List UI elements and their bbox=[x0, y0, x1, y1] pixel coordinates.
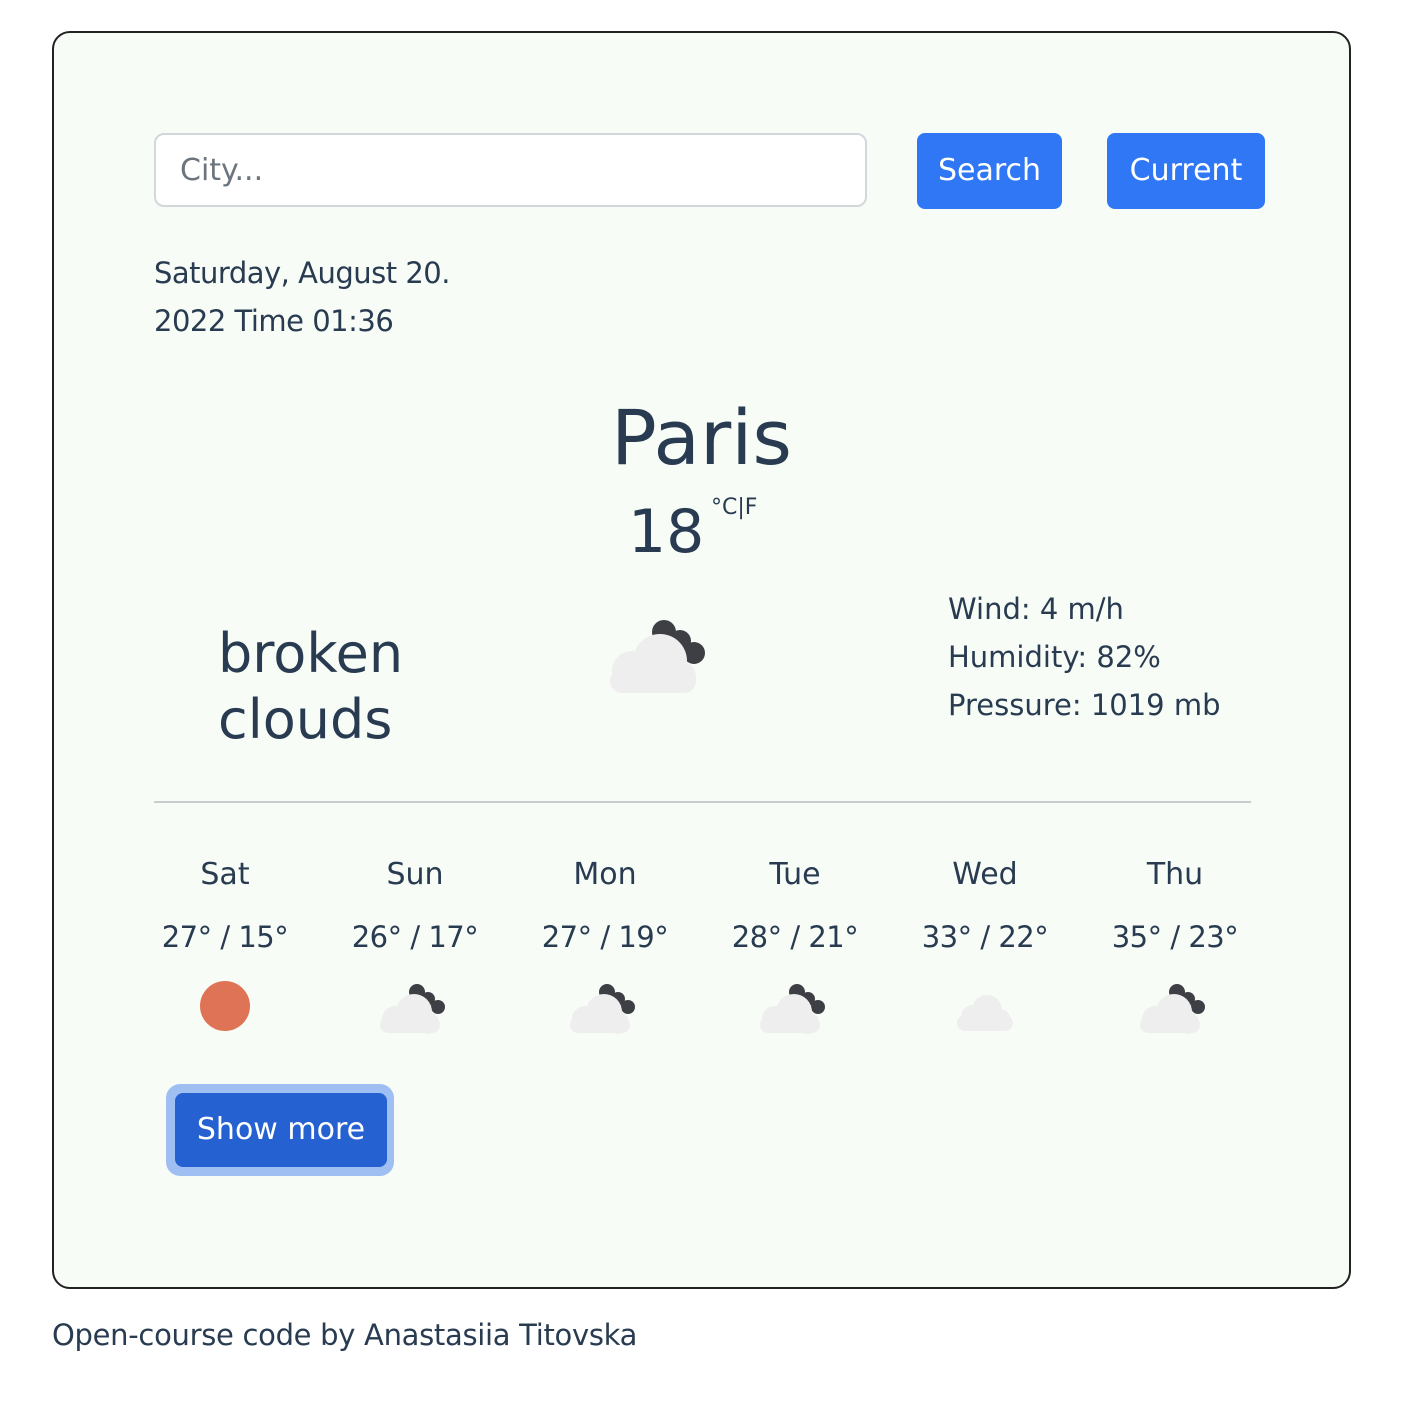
weather-description: broken clouds bbox=[218, 621, 478, 753]
forecast-day: Wed 33° / 22° bbox=[890, 855, 1080, 1039]
weather-card: Search Current Saturday, August 20. 2022… bbox=[52, 31, 1351, 1289]
broken-clouds-icon bbox=[760, 984, 825, 1034]
forecast-temps: 27° / 15° bbox=[161, 920, 289, 954]
sun-icon bbox=[200, 981, 250, 1031]
forecast-day: Mon 27° / 19° bbox=[510, 855, 700, 1039]
weather-stats: Wind: 4 m/h Humidity: 82% Pressure: 1019… bbox=[948, 585, 1221, 729]
forecast-day-name: Thu bbox=[1146, 857, 1204, 892]
search-button[interactable]: Search bbox=[917, 133, 1062, 209]
current-location-button[interactable]: Current bbox=[1107, 133, 1265, 209]
footer: Open-course code by Anastasiia Titovska bbox=[52, 1318, 637, 1352]
broken-clouds-icon bbox=[610, 620, 705, 693]
forecast-day-name: Wed bbox=[952, 857, 1018, 892]
unit-toggle: °C|F bbox=[711, 495, 757, 520]
description-line: broken bbox=[218, 622, 404, 685]
city-name: Paris bbox=[611, 393, 792, 482]
pressure-text: Pressure: 1019 mb bbox=[948, 688, 1221, 722]
celsius-link[interactable]: °C bbox=[711, 495, 737, 520]
forecast-day-name: Sun bbox=[386, 857, 444, 892]
forecast-day: Sun 26° / 17° bbox=[320, 855, 510, 1039]
source-code-link[interactable]: Open-course code bbox=[52, 1318, 312, 1352]
humidity-text: Humidity: 82% bbox=[948, 640, 1161, 674]
forecast-day: Tue 28° / 21° bbox=[700, 855, 890, 1039]
description-line: clouds bbox=[218, 688, 393, 751]
city-search-input[interactable] bbox=[154, 133, 867, 207]
time-text: 2022 Time 01:36 bbox=[154, 304, 394, 338]
forecast-day: Thu 35° / 23° bbox=[1080, 855, 1270, 1039]
wind-text: Wind: 4 m/h bbox=[948, 592, 1124, 626]
forecast-temps: 35° / 23° bbox=[1111, 920, 1239, 954]
unit-separator: | bbox=[737, 495, 745, 520]
show-more-button[interactable]: Show more bbox=[175, 1093, 387, 1167]
forecast-temps: 27° / 19° bbox=[541, 920, 669, 954]
broken-clouds-icon bbox=[570, 984, 635, 1034]
date-text: Saturday, August 20. bbox=[154, 256, 450, 290]
forecast-day-name: Mon bbox=[573, 857, 637, 892]
cloud-icon bbox=[957, 995, 1013, 1031]
broken-clouds-icon bbox=[380, 984, 445, 1034]
forecast-day-name: Sat bbox=[200, 857, 250, 892]
forecast-temps: 33° / 22° bbox=[921, 920, 1049, 954]
forecast-temps: 26° / 17° bbox=[351, 920, 479, 954]
forecast-temps: 28° / 21° bbox=[731, 920, 859, 954]
current-temperature: 18 bbox=[628, 497, 705, 567]
fahrenheit-link[interactable]: F bbox=[745, 495, 758, 520]
broken-clouds-icon bbox=[1140, 984, 1205, 1034]
forecast-day-name: Tue bbox=[769, 857, 821, 892]
forecast-day: Sat 27° / 15° bbox=[130, 855, 320, 1039]
divider bbox=[154, 801, 1251, 803]
footer-author: by Anastasiia Titovska bbox=[311, 1318, 638, 1352]
